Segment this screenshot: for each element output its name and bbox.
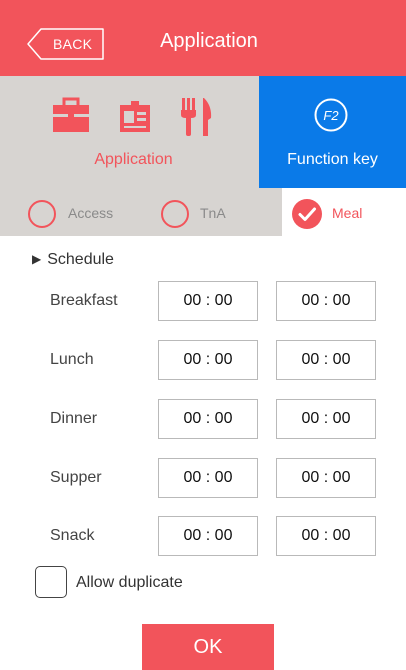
start-time-field[interactable]: 00 : 00 bbox=[158, 458, 258, 498]
radio-unchecked-icon bbox=[161, 200, 189, 228]
triangle-right-icon: ▶ bbox=[32, 252, 42, 266]
menu-row: Application F2 Function key bbox=[0, 76, 406, 188]
allow-duplicate-checkbox[interactable] bbox=[35, 566, 67, 598]
function-key-label: Function key bbox=[287, 151, 378, 168]
start-time-field[interactable]: 00 : 00 bbox=[158, 340, 258, 380]
meal-row-breakfast: Breakfast 00 : 00 00 : 00 bbox=[0, 281, 406, 321]
start-time-field[interactable]: 00 : 00 bbox=[158, 399, 258, 439]
application-label: Application bbox=[94, 151, 173, 168]
meal-row-snack: Snack 00 : 00 00 : 00 bbox=[0, 516, 406, 556]
tab-access[interactable]: Access bbox=[28, 188, 158, 236]
end-time-field[interactable]: 00 : 00 bbox=[276, 516, 376, 556]
meal-name: Breakfast bbox=[50, 292, 118, 309]
function-key-menu[interactable]: F2 Function key bbox=[259, 76, 406, 188]
meal-name: Snack bbox=[50, 527, 95, 544]
end-time-field[interactable]: 00 : 00 bbox=[276, 458, 376, 498]
id-card-icon bbox=[120, 101, 150, 132]
title-bar: BACK Application bbox=[0, 0, 406, 76]
schedule-label: Schedule bbox=[47, 251, 114, 268]
tab-access-label: Access bbox=[68, 205, 114, 221]
application-menu[interactable]: Application bbox=[0, 76, 259, 188]
mode-tabs: Access TnA Meal bbox=[0, 188, 406, 236]
schedule-heading: ▶ Schedule bbox=[32, 251, 114, 269]
svg-text:F2: F2 bbox=[323, 108, 339, 123]
tab-tna-label: TnA bbox=[200, 205, 226, 221]
end-time-field[interactable]: 00 : 00 bbox=[276, 340, 376, 380]
page-title: Application bbox=[160, 30, 258, 52]
meal-row-lunch: Lunch 00 : 00 00 : 00 bbox=[0, 340, 406, 380]
tab-meal-label: Meal bbox=[332, 205, 363, 221]
function-key-icon: F2 bbox=[314, 98, 348, 132]
ok-button[interactable]: OK bbox=[142, 624, 274, 670]
application-icons bbox=[52, 96, 212, 138]
allow-duplicate-label: Allow duplicate bbox=[76, 574, 183, 591]
radio-unchecked-icon bbox=[28, 200, 56, 228]
meal-row-supper: Supper 00 : 00 00 : 00 bbox=[0, 458, 406, 498]
meal-name: Lunch bbox=[50, 351, 94, 368]
fork-knife-icon bbox=[181, 98, 212, 136]
end-time-field[interactable]: 00 : 00 bbox=[276, 399, 376, 439]
checkmark-circle-icon bbox=[292, 199, 322, 229]
tab-meal[interactable]: Meal bbox=[282, 188, 406, 236]
meal-name: Dinner bbox=[50, 410, 98, 427]
tab-tna[interactable]: TnA bbox=[158, 188, 278, 236]
meal-name: Supper bbox=[50, 469, 102, 486]
end-time-field[interactable]: 00 : 00 bbox=[276, 281, 376, 321]
briefcase-icon bbox=[53, 97, 89, 132]
meal-row-dinner: Dinner 00 : 00 00 : 00 bbox=[0, 399, 406, 439]
start-time-field[interactable]: 00 : 00 bbox=[158, 516, 258, 556]
start-time-field[interactable]: 00 : 00 bbox=[158, 281, 258, 321]
